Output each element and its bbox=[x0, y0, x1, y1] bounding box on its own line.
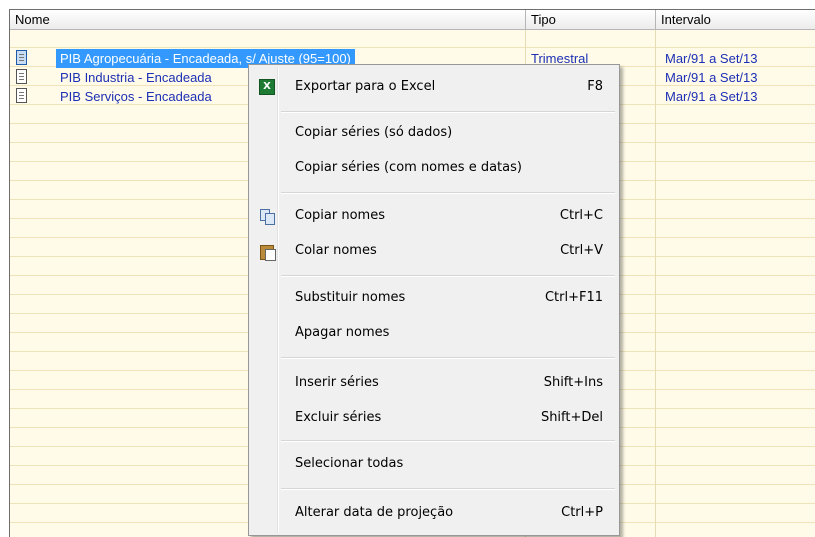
menu-item-label: Inserir séries bbox=[295, 375, 379, 390]
document-icon bbox=[16, 88, 27, 103]
column-header-tipo[interactable]: Tipo bbox=[526, 10, 656, 29]
grid-header: Nome Tipo Intervalo bbox=[10, 10, 815, 30]
row-name: PIB Serviços - Encadeada bbox=[60, 89, 212, 104]
document-icon bbox=[16, 69, 27, 84]
menu-item-shortcut: Shift+Ins bbox=[543, 375, 603, 390]
menu-item-select-all[interactable]: Selecionar todas bbox=[251, 451, 617, 477]
menu-separator bbox=[281, 275, 615, 277]
column-header-label: Intervalo bbox=[661, 12, 711, 27]
menu-item-label: Copiar séries (só dados) bbox=[295, 125, 453, 140]
menu-item-shortcut: Ctrl+F11 bbox=[544, 290, 603, 305]
menu-item-copy-series-data[interactable]: Copiar séries (só dados) bbox=[251, 120, 617, 146]
menu-item-label: Selecionar todas bbox=[295, 456, 404, 471]
row-intervalo: Mar/91 a Set/13 bbox=[665, 51, 758, 66]
row-intervalo: Mar/91 a Set/13 bbox=[665, 89, 758, 104]
menu-item-shortcut: Ctrl+V bbox=[560, 243, 603, 258]
menu-separator bbox=[281, 111, 615, 113]
menu-separator bbox=[281, 357, 615, 359]
menu-item-export-excel[interactable]: X Exportar para o Excel F8 bbox=[251, 74, 617, 100]
menu-item-label: Exportar para o Excel bbox=[295, 79, 436, 94]
menu-item-copy-series-names-dates[interactable]: Copiar séries (com nomes e datas) bbox=[251, 155, 617, 181]
menu-item-delete-names[interactable]: Apagar nomes bbox=[251, 320, 617, 346]
menu-separator bbox=[281, 440, 615, 442]
menu-item-label: Alterar data de projeção bbox=[295, 505, 454, 520]
menu-item-shortcut: Ctrl+P bbox=[561, 505, 603, 520]
column-header-label: Tipo bbox=[531, 12, 556, 27]
menu-separator bbox=[281, 192, 615, 194]
paste-icon bbox=[259, 243, 276, 261]
menu-item-insert-series[interactable]: Inserir séries Shift+Ins bbox=[251, 370, 617, 396]
menu-item-label: Substituir nomes bbox=[295, 290, 406, 305]
context-menu: X Exportar para o Excel F8 Copiar séries… bbox=[248, 64, 620, 536]
menu-item-label: Apagar nomes bbox=[295, 325, 390, 340]
menu-item-exclude-series[interactable]: Excluir séries Shift+Del bbox=[251, 405, 617, 431]
menu-item-label: Excluir séries bbox=[295, 410, 382, 425]
row-name: PIB Industria - Encadeada bbox=[60, 70, 212, 85]
row-intervalo: Mar/91 a Set/13 bbox=[665, 70, 758, 85]
menu-separator bbox=[281, 488, 615, 490]
copy-icon bbox=[259, 208, 275, 225]
menu-item-label: Copiar séries (com nomes e datas) bbox=[295, 160, 522, 175]
menu-item-change-projection-date[interactable]: Alterar data de projeção Ctrl+P bbox=[251, 500, 617, 526]
menu-item-label: Colar nomes bbox=[295, 243, 377, 258]
column-header-nome[interactable]: Nome bbox=[10, 10, 526, 29]
menu-item-copy-names[interactable]: Copiar nomes Ctrl+C bbox=[251, 203, 617, 229]
column-header-intervalo[interactable]: Intervalo bbox=[656, 10, 815, 29]
menu-item-replace-names[interactable]: Substituir nomes Ctrl+F11 bbox=[251, 285, 617, 311]
menu-item-shortcut: Shift+Del bbox=[540, 410, 603, 425]
document-icon bbox=[16, 50, 27, 65]
menu-item-paste-names[interactable]: Colar nomes Ctrl+V bbox=[251, 238, 617, 264]
menu-item-label: Copiar nomes bbox=[295, 208, 385, 223]
excel-icon: X bbox=[259, 79, 275, 95]
column-header-label: Nome bbox=[15, 12, 50, 27]
menu-item-shortcut: F8 bbox=[587, 79, 603, 94]
menu-item-shortcut: Ctrl+C bbox=[559, 208, 603, 223]
